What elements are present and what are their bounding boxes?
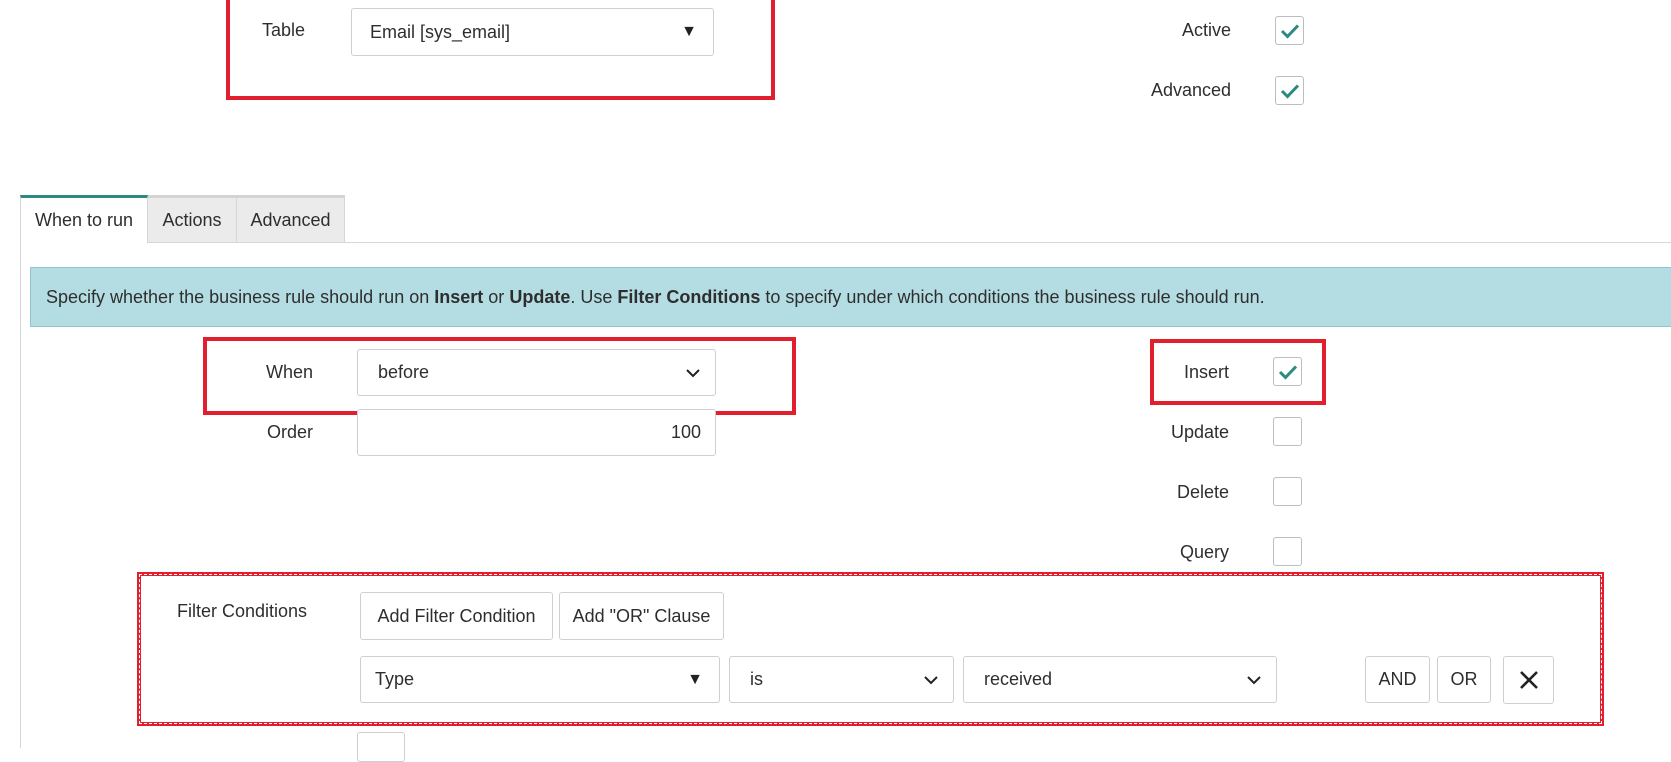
- order-input[interactable]: 100: [357, 409, 716, 456]
- tab-when-to-run[interactable]: When to run: [20, 195, 148, 243]
- delete-condition-button[interactable]: [1503, 656, 1554, 704]
- order-value: 100: [670, 422, 701, 442]
- advanced-label: Advanced: [1150, 80, 1231, 100]
- advanced-checkbox[interactable]: [1275, 76, 1304, 105]
- update-label: Update: [1170, 422, 1229, 442]
- condition-field-value: Type: [375, 669, 415, 689]
- when-select[interactable]: before: [357, 349, 716, 396]
- delete-checkbox[interactable]: [1273, 477, 1302, 506]
- condition-operator-select[interactable]: is: [729, 656, 954, 703]
- checkmark-icon: [1278, 364, 1297, 380]
- when-value: before: [378, 362, 430, 382]
- chevron-down-icon: [686, 368, 700, 377]
- partial-control[interactable]: [357, 732, 405, 762]
- filter-conditions-label: Filter Conditions: [177, 601, 308, 621]
- add-filter-condition-button[interactable]: Add Filter Condition: [360, 592, 553, 640]
- condition-value: received: [984, 669, 1053, 689]
- or-button[interactable]: OR: [1437, 656, 1491, 703]
- query-label: Query: [1179, 542, 1229, 562]
- add-or-clause-button[interactable]: Add "OR" Clause: [559, 592, 724, 640]
- checkmark-icon: [1280, 83, 1299, 99]
- chevron-down-icon: [924, 675, 938, 684]
- table-select[interactable]: Email [sys_email] ▼: [351, 8, 714, 56]
- order-label: Order: [266, 422, 313, 442]
- query-checkbox[interactable]: [1273, 537, 1302, 566]
- tab-actions[interactable]: Actions: [148, 195, 237, 242]
- delete-label: Delete: [1176, 482, 1229, 502]
- tab-strip-line: [20, 242, 1671, 243]
- table-value: Email [sys_email]: [370, 21, 511, 42]
- insert-checkbox[interactable]: [1273, 357, 1302, 386]
- close-icon: [1519, 671, 1538, 689]
- condition-field-select[interactable]: Type ▼: [360, 656, 720, 703]
- active-label: Active: [1181, 20, 1231, 40]
- condition-operator-value: is: [750, 669, 763, 689]
- info-message: Specify whether the business rule should…: [30, 267, 1671, 327]
- when-label: When: [265, 362, 313, 382]
- triangle-down-icon: ▼: [681, 23, 697, 40]
- checkmark-icon: [1280, 23, 1299, 39]
- chevron-down-icon: [1247, 675, 1261, 684]
- condition-value-select[interactable]: received: [963, 656, 1277, 703]
- tab-advanced[interactable]: Advanced: [237, 195, 345, 242]
- insert-label: Insert: [1183, 362, 1229, 382]
- table-label: Table: [262, 20, 306, 40]
- and-button[interactable]: AND: [1365, 656, 1430, 703]
- triangle-down-icon: ▼: [687, 670, 703, 688]
- active-checkbox[interactable]: [1275, 16, 1304, 45]
- content-left-border: [20, 242, 21, 748]
- update-checkbox[interactable]: [1273, 417, 1302, 446]
